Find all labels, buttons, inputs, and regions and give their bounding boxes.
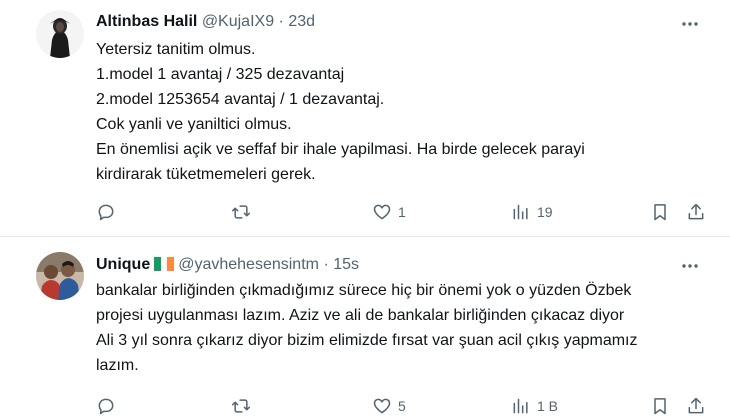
retweet-button[interactable]	[231, 200, 251, 224]
retweet-icon	[231, 399, 251, 413]
tweet-line: En önemlisi açik ve seffaf bir ihale yap…	[96, 141, 585, 158]
like-count: 5	[398, 398, 406, 414]
views-count: 19	[537, 204, 553, 220]
views-button[interactable]: 19	[511, 200, 553, 224]
more-icon[interactable]	[680, 256, 700, 276]
reply-button[interactable]	[96, 200, 116, 224]
tweet-line: kirdirarak tüketmemeleri gerek.	[96, 166, 316, 183]
timestamp[interactable]: 23d	[288, 13, 315, 30]
views-icon	[513, 204, 528, 220]
author-handle[interactable]: @yavhehesensintm	[178, 256, 319, 273]
action-bar: 1 19	[0, 200, 730, 224]
tweet[interactable]: Unique @yavhehesensintm · 15s bankalar bi…	[0, 238, 730, 420]
like-button[interactable]: 1	[372, 200, 406, 224]
views-icon	[513, 398, 528, 414]
timestamp[interactable]: 15s	[333, 256, 359, 273]
share-button[interactable]	[686, 200, 706, 224]
like-icon	[373, 204, 391, 220]
tweet-header: Altinbas Halil @KujaIX9 · 23d	[96, 11, 315, 33]
tweet-line: Cok yanli ve yaniltici olmus.	[96, 116, 292, 133]
tweet-text: bankalar birliğinden çıkmadığımız sürece…	[96, 278, 716, 378]
like-icon	[373, 398, 391, 414]
tweet-line: projesi uygulanması lazım. Aziz ve ali d…	[96, 307, 625, 324]
author-handle[interactable]: @KujaIX9	[202, 13, 274, 30]
reply-button[interactable]	[96, 394, 116, 418]
author-name[interactable]: Altinbas Halil	[96, 13, 197, 30]
avatar[interactable]	[36, 10, 84, 58]
views-button[interactable]: 1 B	[511, 394, 558, 418]
tweet-text: Yetersiz tanitim olmus. 1.model 1 avanta…	[96, 37, 716, 187]
tweet-line: lazım.	[96, 357, 139, 374]
share-button[interactable]	[686, 394, 706, 418]
bookmark-icon	[654, 398, 666, 415]
author-name[interactable]: Unique	[96, 256, 150, 273]
retweet-button[interactable]	[231, 394, 251, 418]
tweet[interactable]: Altinbas Halil @KujaIX9 · 23d Yetersiz t…	[0, 0, 730, 236]
bookmark-button[interactable]	[650, 200, 670, 224]
tweet-line: 2.model 1253654 avantaj / 1 dezavantaj.	[96, 91, 385, 108]
tweet-line: bankalar birliğinden çıkmadığımız sürece…	[96, 282, 632, 299]
separator: ·	[323, 256, 329, 273]
tweet-header: Unique @yavhehesensintm · 15s	[96, 254, 359, 276]
like-count: 1	[398, 204, 406, 220]
tweet-divider	[0, 236, 730, 237]
share-icon	[688, 397, 704, 414]
reply-icon	[98, 398, 114, 415]
avatar[interactable]	[36, 252, 84, 300]
tweet-line: Ali 3 yıl sonra çıkarız diyor bizim elim…	[96, 332, 638, 349]
retweet-icon	[231, 205, 251, 219]
views-count: 1 B	[537, 398, 559, 414]
action-bar: 5 1 B	[0, 394, 730, 418]
tweet-line: Yetersiz tanitim olmus.	[96, 41, 256, 58]
separator: ·	[278, 13, 284, 30]
bookmark-button[interactable]	[650, 394, 670, 418]
tweet-line: 1.model 1 avantaj / 325 dezavantaj	[96, 66, 345, 83]
bookmark-icon	[654, 204, 666, 221]
more-icon[interactable]	[680, 14, 700, 34]
reply-icon	[98, 204, 114, 221]
like-button[interactable]: 5	[372, 394, 406, 418]
ireland-flag-icon	[154, 257, 175, 271]
share-icon	[688, 203, 704, 220]
